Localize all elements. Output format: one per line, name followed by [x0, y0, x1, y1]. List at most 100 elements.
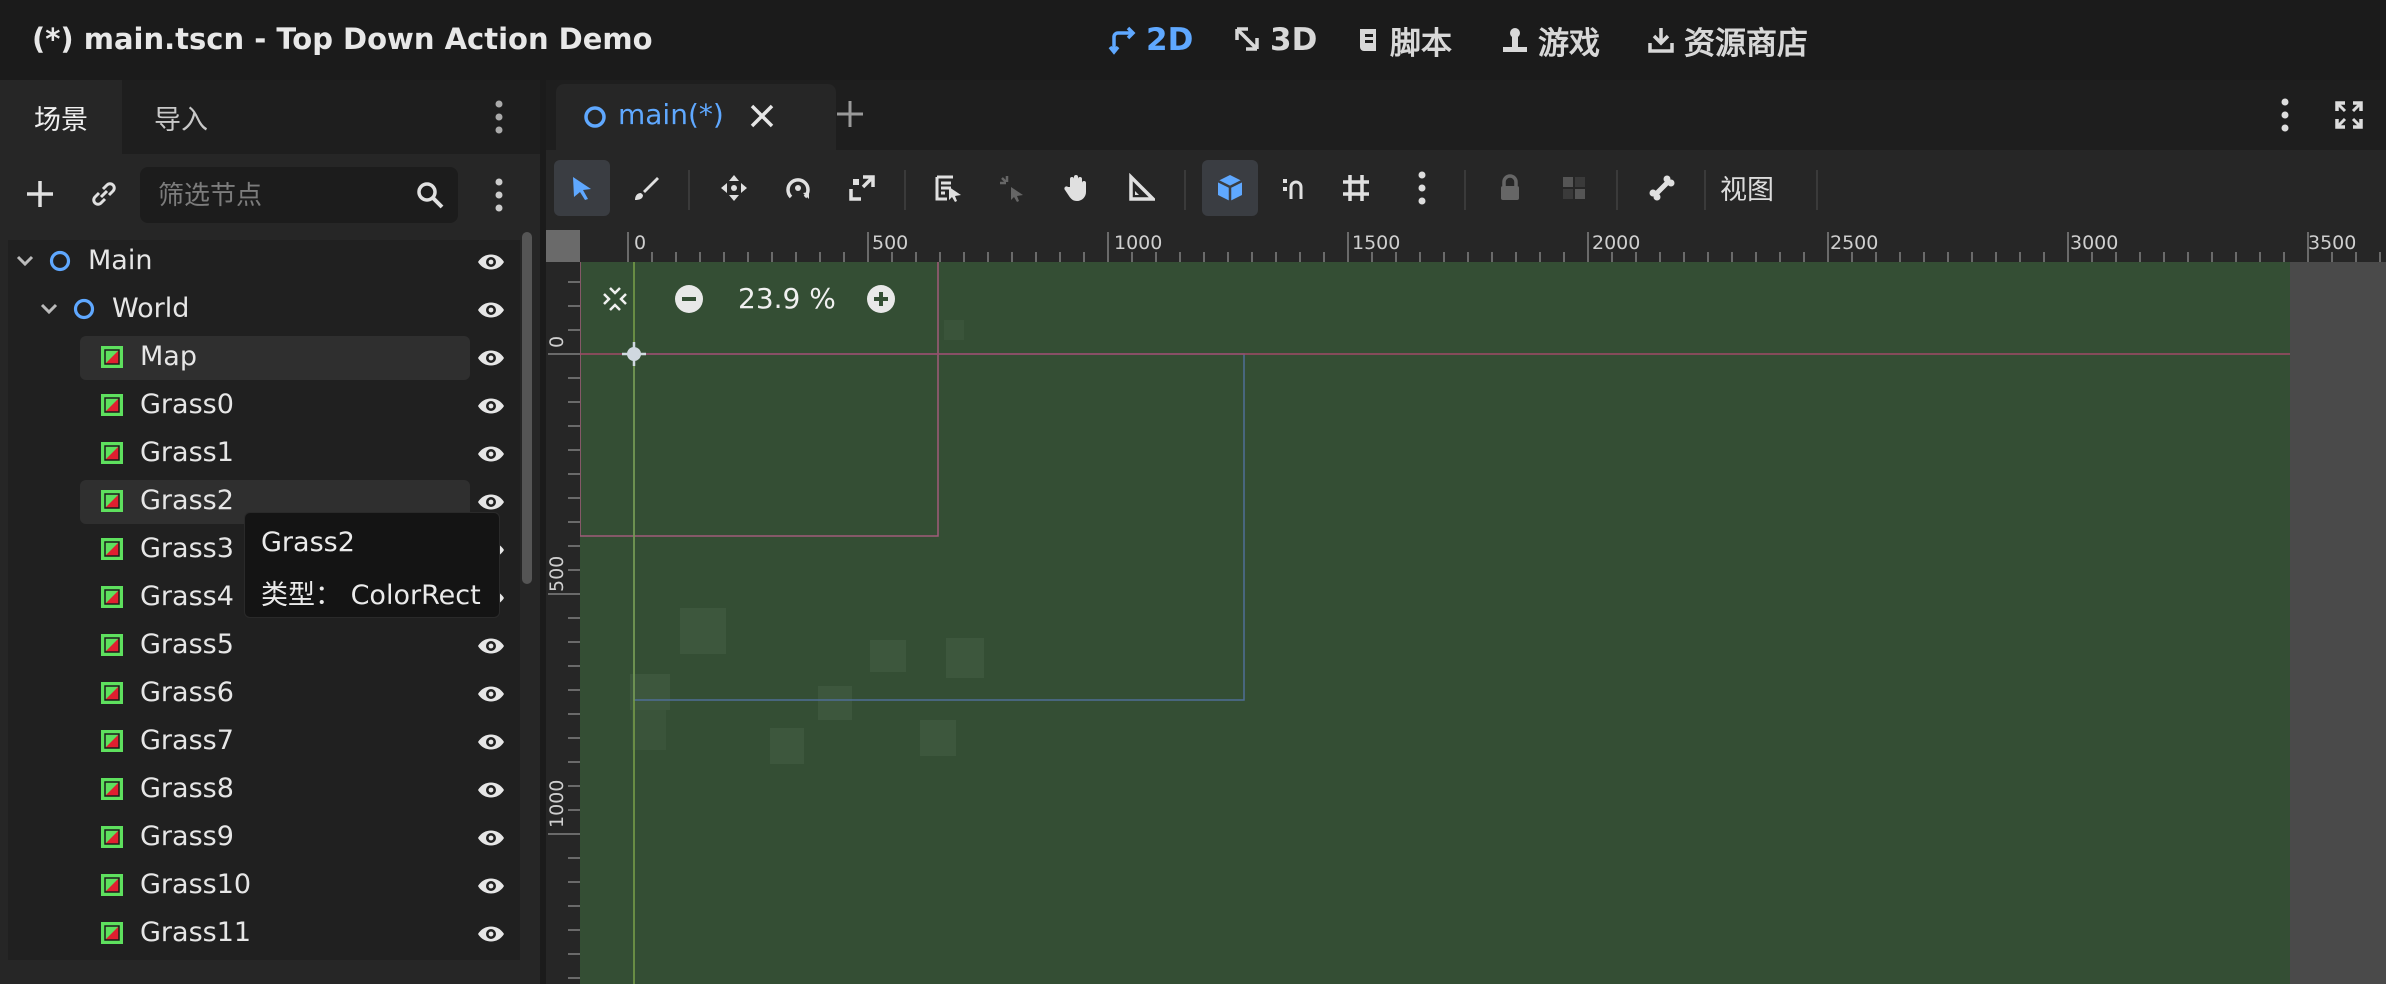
workspace-script-button[interactable]: 脚本	[1356, 18, 1452, 62]
tab-import[interactable]: 导入	[122, 80, 240, 154]
tree-item-grass8[interactable]: Grass8	[8, 768, 504, 812]
scene-options-icon[interactable]	[494, 178, 504, 216]
rotate-mode-button[interactable]	[770, 160, 826, 216]
tree-item-grass7[interactable]: Grass7	[8, 720, 504, 764]
view-menu-button[interactable]: 视图	[1720, 168, 1774, 207]
group-icon	[1563, 177, 1585, 199]
workspace-assetlib-button[interactable]: 资源商店	[1646, 18, 1808, 62]
tree-item-label: Grass4	[140, 581, 234, 612]
tree-item-world[interactable]: World	[8, 288, 504, 332]
workspace-2d-button[interactable]: 2D	[1108, 18, 1193, 62]
ruler-h-label: 500	[872, 232, 909, 254]
workspace-game-button[interactable]: 游戏	[1500, 18, 1600, 62]
zoom-out-icon	[675, 285, 703, 313]
scale-mode-button[interactable]	[834, 160, 890, 216]
workspace-2d-label: 2D	[1146, 22, 1194, 58]
ruler-corner	[546, 230, 580, 262]
visibility-eye-icon[interactable]	[476, 682, 506, 706]
scene-tab-menu-icon[interactable]	[2280, 98, 2290, 136]
ruler-mode-button[interactable]	[1112, 160, 1168, 216]
tree-scrollbar[interactable]	[522, 232, 532, 584]
visibility-eye-icon[interactable]	[476, 394, 506, 418]
snap-cube-icon	[1217, 175, 1243, 201]
list-select-button[interactable]	[920, 160, 976, 216]
brush-icon	[635, 177, 659, 200]
chevron-down-icon[interactable]	[14, 250, 36, 272]
tree-item-grass5[interactable]: Grass5	[8, 624, 504, 668]
colorrect-icon	[101, 586, 123, 608]
paint-mode-button[interactable]	[618, 160, 674, 216]
grid-icon	[1343, 175, 1369, 201]
smart-snap-button[interactable]	[1202, 160, 1258, 216]
visibility-eye-icon[interactable]	[476, 490, 506, 514]
pan-mode-button[interactable]	[1048, 160, 1104, 216]
tree-item-label: Grass7	[140, 725, 234, 756]
tree-item-label: Grass5	[140, 629, 234, 660]
lock-button[interactable]	[1482, 160, 1538, 216]
snap-options-icon[interactable]	[1394, 160, 1450, 216]
bone-icon	[1649, 175, 1675, 201]
zoom-out-button[interactable]	[674, 284, 704, 318]
visibility-eye-icon[interactable]	[476, 874, 506, 898]
workspace-3d-button[interactable]: 3D	[1232, 18, 1317, 62]
tree-item-grass11[interactable]: Grass11	[8, 912, 504, 956]
tree-item-label: Grass0	[140, 389, 234, 420]
pivot-mode-button[interactable]	[984, 160, 1040, 216]
visibility-eye-icon[interactable]	[476, 922, 506, 946]
filter-nodes-input[interactable]	[156, 167, 410, 225]
workspace-game-label: 游戏	[1538, 25, 1600, 62]
vertical-ruler: 0 500 1000	[546, 262, 580, 984]
workspace-3d-label: 3D	[1270, 22, 1318, 58]
ruler-v-label: 0	[546, 335, 568, 348]
distraction-free-icon[interactable]	[2334, 100, 2364, 134]
visibility-eye-icon[interactable]	[476, 442, 506, 466]
tree-item-grass10[interactable]: Grass10	[8, 864, 504, 908]
zoom-in-button[interactable]	[866, 284, 896, 318]
close-icon[interactable]	[748, 102, 776, 130]
visibility-eye-icon[interactable]	[476, 346, 506, 370]
chevron-down-icon[interactable]	[38, 298, 60, 320]
add-scene-tab-icon[interactable]	[834, 98, 866, 134]
dock-menu-icon[interactable]	[494, 100, 504, 138]
tab-scene[interactable]: 场景	[0, 80, 122, 154]
skeleton-button[interactable]	[1634, 160, 1690, 216]
visibility-eye-icon[interactable]	[476, 250, 506, 274]
script-icon	[1360, 29, 1376, 51]
grass-rect	[770, 728, 804, 764]
select-mode-button[interactable]	[554, 160, 610, 216]
node-tooltip: Grass2 类型： ColorRect	[244, 512, 500, 618]
colorrect-icon	[101, 346, 123, 368]
link-icon[interactable]	[88, 178, 120, 214]
tree-item-grass9[interactable]: Grass9	[8, 816, 504, 860]
tree-item-main[interactable]: Main	[8, 240, 504, 284]
ruler-h-label: 2500	[1830, 232, 1879, 254]
visibility-eye-icon[interactable]	[476, 298, 506, 322]
visibility-eye-icon[interactable]	[476, 730, 506, 754]
grid-snap-button[interactable]	[1266, 160, 1322, 216]
visibility-eye-icon[interactable]	[476, 778, 506, 802]
tree-item-map[interactable]: Map	[80, 336, 504, 380]
tree-item-grass6[interactable]: Grass6	[8, 672, 504, 716]
filter-nodes-field[interactable]	[140, 167, 458, 225]
move-mode-button[interactable]	[706, 160, 762, 216]
group-button[interactable]	[1546, 160, 1602, 216]
workspace-assetlib-label: 资源商店	[1684, 25, 1808, 62]
snap-icon	[1283, 179, 1303, 199]
tooltip-node-type: 类型： ColorRect	[261, 580, 481, 611]
colorrect-icon	[101, 682, 123, 704]
zoom-reset-button[interactable]	[600, 284, 630, 318]
window-title: (*) main.tscn - Top Down Action Demo	[32, 22, 653, 56]
add-node-icon[interactable]	[24, 178, 56, 214]
tree-item-grass1[interactable]: Grass1	[8, 432, 504, 476]
center-view-icon	[603, 287, 627, 311]
assetlib-icon	[1648, 28, 1674, 53]
search-icon	[417, 182, 444, 209]
tab-main-scene[interactable]: main(*)	[556, 84, 836, 150]
grass-rect	[946, 638, 984, 678]
visibility-eye-icon[interactable]	[476, 826, 506, 850]
visibility-eye-icon[interactable]	[476, 634, 506, 658]
tree-item-grass0[interactable]: Grass0	[8, 384, 504, 428]
grid-toggle-button[interactable]	[1328, 160, 1384, 216]
zoom-level[interactable]: 23.9 %	[738, 282, 836, 315]
canvas-viewport[interactable]	[580, 262, 2386, 984]
